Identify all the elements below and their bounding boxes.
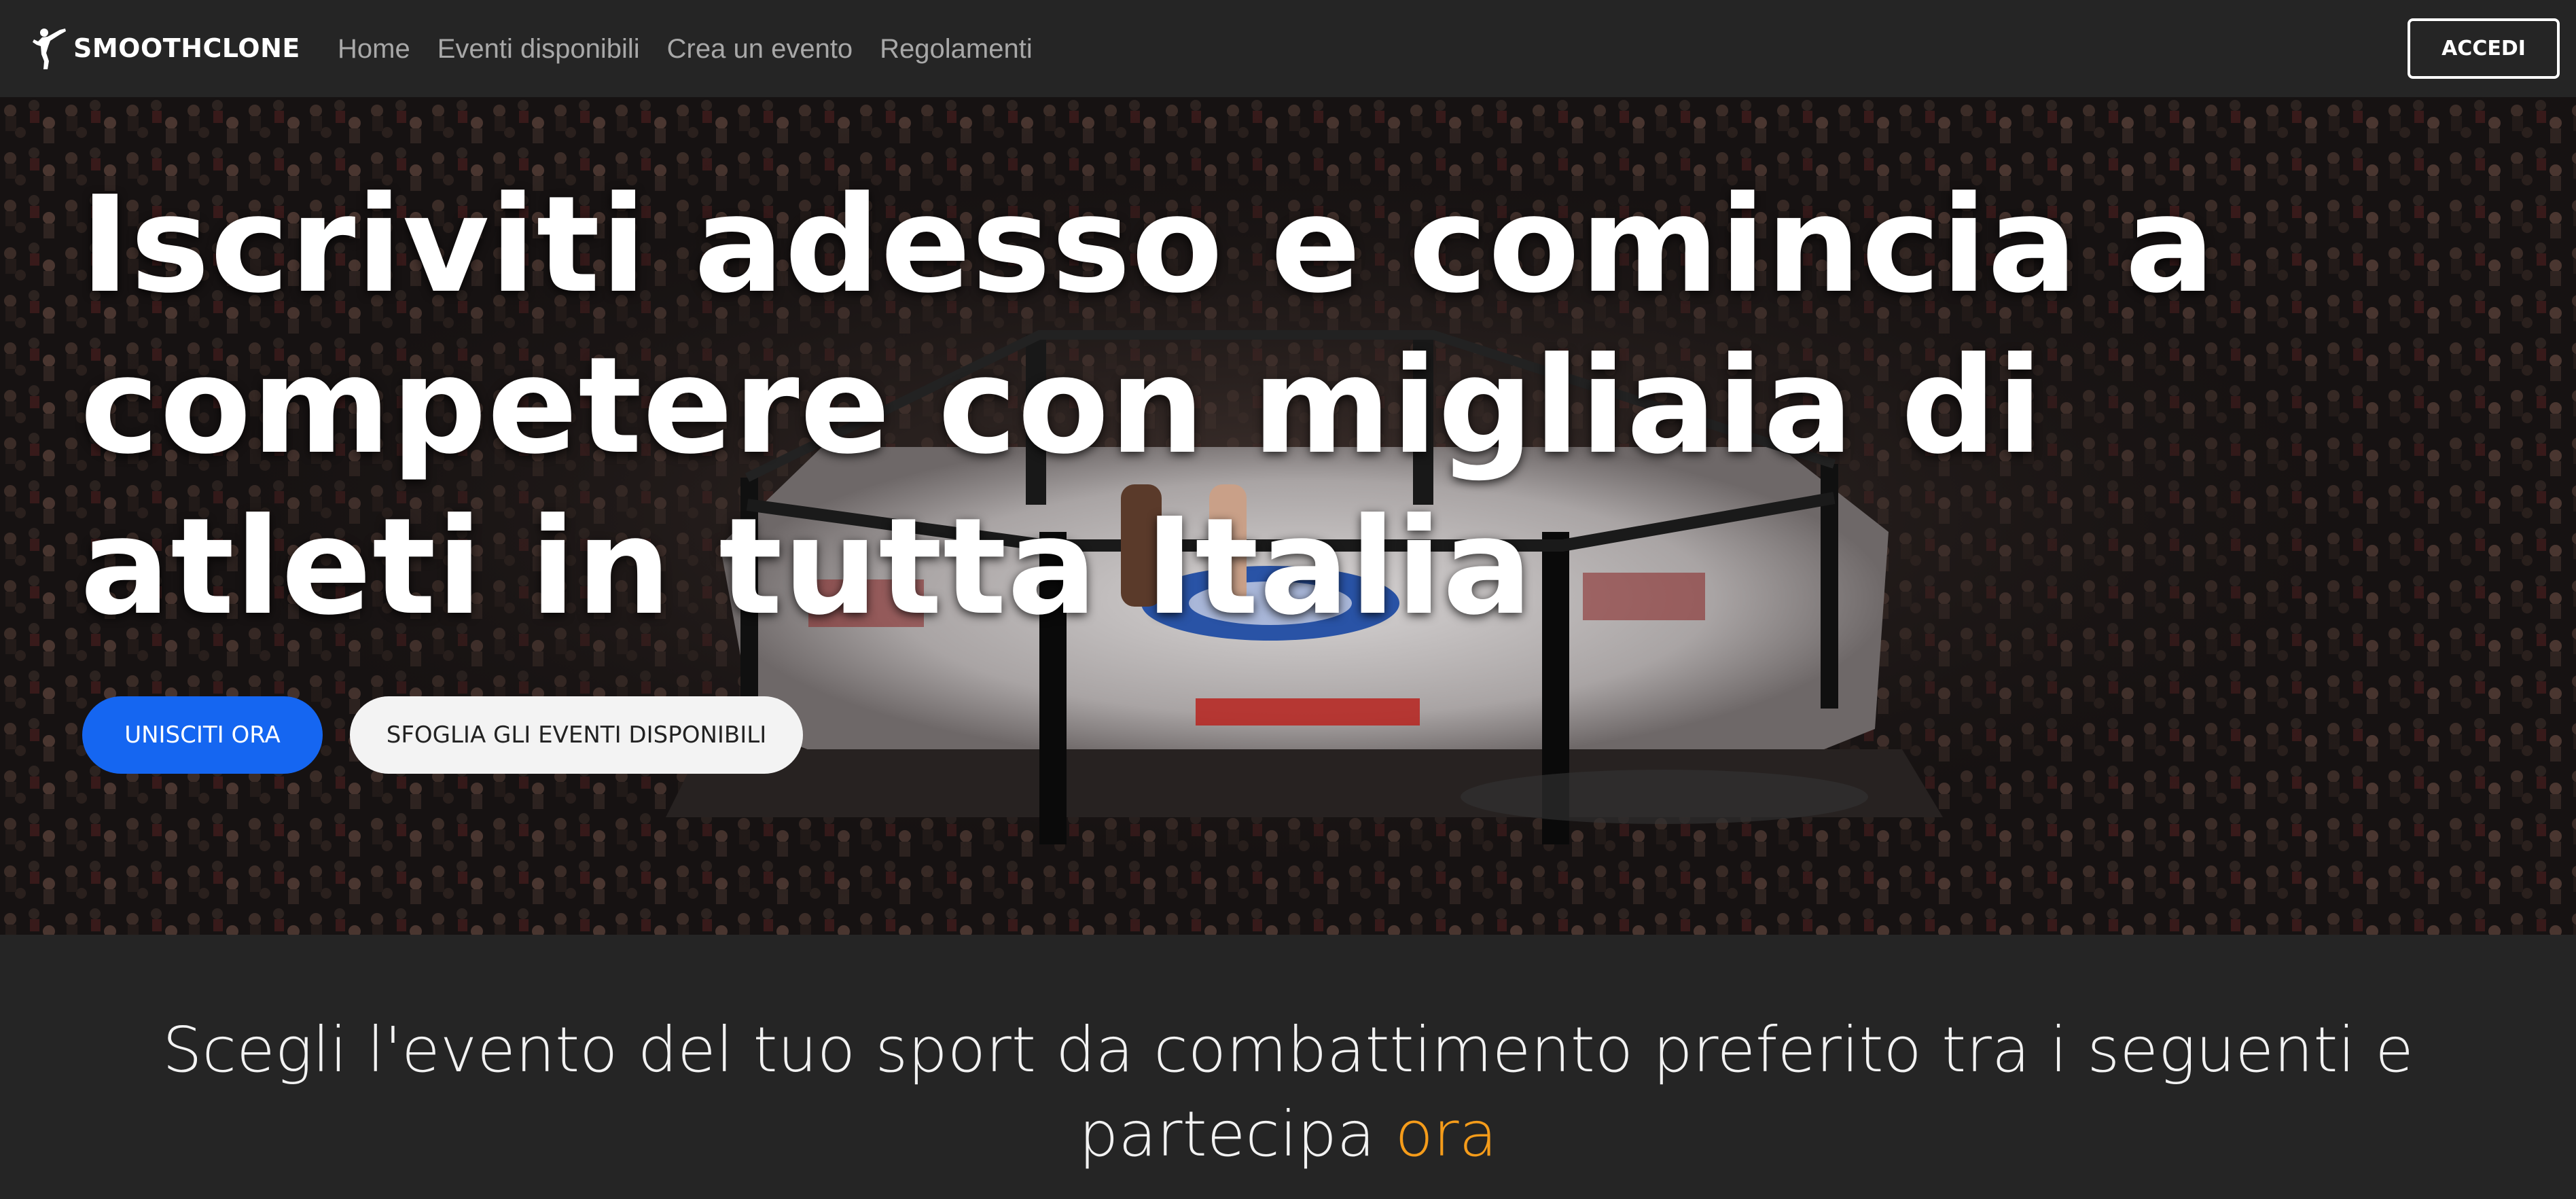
nav-link-available-events[interactable]: Eventi disponibili [437, 34, 640, 65]
nav-links: Home Eventi disponibili Crea un evento R… [338, 31, 1060, 67]
tagline-section: Scegli l'evento del tuo sport da combatt… [0, 935, 2576, 1199]
tagline-main: Scegli l'evento del tuo sport da combatt… [162, 1014, 2414, 1170]
join-now-button[interactable]: UNISCITI ORA [82, 696, 323, 774]
tagline-accent: ora [1395, 1098, 1497, 1170]
brand-name: SMOOTHCLONE [73, 33, 300, 63]
login-button[interactable]: ACCEDI [2408, 18, 2560, 79]
brand-logo[interactable]: SMOOTHCLONE [30, 26, 300, 71]
navbar: SMOOTHCLONE Home Eventi disponibili Crea… [0, 0, 2576, 97]
nav-link-create-event[interactable]: Crea un evento [667, 34, 853, 65]
tagline-text: Scegli l'evento del tuo sport da combatt… [41, 1008, 2535, 1177]
hero-title: Iscriviti adesso e comincia a competere … [80, 168, 2216, 645]
nav-link-home[interactable]: Home [338, 34, 410, 65]
nav-link-rules[interactable]: Regolamenti [880, 34, 1033, 65]
karate-kick-icon [33, 29, 66, 69]
browse-events-button[interactable]: SFOGLIA GLI EVENTI DISPONIBILI [350, 696, 803, 774]
hero-section: Iscriviti adesso e comincia a competere … [0, 97, 2576, 935]
